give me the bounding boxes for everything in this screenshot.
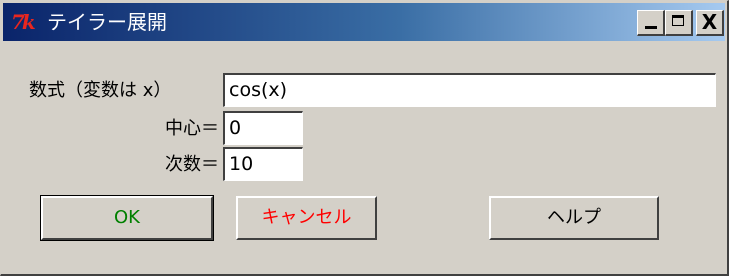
center-input[interactable]: 0 <box>223 111 303 145</box>
close-icon: X <box>701 10 718 34</box>
expression-input[interactable]: cos(x) <box>223 73 716 107</box>
minimize-icon <box>645 26 657 29</box>
tk-app-icon: 7k <box>11 10 36 34</box>
ok-button[interactable]: OK <box>40 195 214 241</box>
close-button[interactable]: X <box>696 10 724 36</box>
degree-label: 次数＝ <box>165 154 219 175</box>
maximize-icon <box>672 15 684 26</box>
degree-input[interactable]: 10 <box>223 147 303 181</box>
window-title: テイラー展開 <box>47 10 167 34</box>
maximize-button[interactable] <box>665 10 693 36</box>
center-label: 中心＝ <box>165 118 219 139</box>
help-button[interactable]: ヘルプ <box>489 196 659 240</box>
title-bar[interactable]: 7k テイラー展開 X <box>3 3 725 41</box>
cancel-button[interactable]: キャンセル <box>236 196 377 240</box>
expression-label: 数式（変数は x） <box>29 80 172 101</box>
taylor-expansion-dialog: 7k テイラー展開 X 数式（変数は x） cos(x) 中心＝ 0 次数＝ 1… <box>0 0 729 276</box>
minimize-button[interactable] <box>637 10 665 36</box>
